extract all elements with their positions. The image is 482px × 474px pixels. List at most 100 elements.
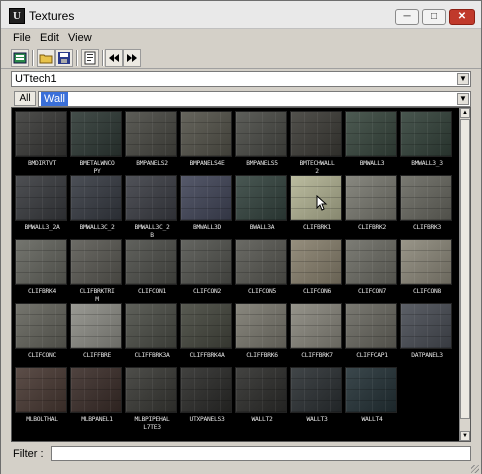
- texture-tile[interactable]: BMDIRTVT: [15, 111, 69, 175]
- texture-tile[interactable]: CLIFFBRK4A: [180, 303, 234, 367]
- texture-tile[interactable]: CLIFCON8: [400, 239, 454, 303]
- texture-tile[interactable]: CLIFCONC: [15, 303, 69, 367]
- properties-button[interactable]: [81, 49, 99, 67]
- texture-tile[interactable]: WALLT4: [345, 367, 399, 431]
- texture-tile[interactable]: MLBPANEL1: [70, 367, 124, 431]
- texture-tile[interactable]: CLIFBRK1: [290, 175, 344, 239]
- package-combo[interactable]: UTtech1 ▼: [11, 71, 471, 87]
- menu-view[interactable]: View: [68, 32, 92, 44]
- texture-thumbnail: [125, 239, 177, 285]
- texture-tile[interactable]: BMPANELS4E: [180, 111, 234, 175]
- texture-thumbnail: [15, 303, 67, 349]
- close-button[interactable]: ✕: [449, 9, 475, 25]
- texture-tile[interactable]: BMETALWNCO PY: [70, 111, 124, 175]
- minimize-button[interactable]: ─: [395, 9, 419, 25]
- texture-tile[interactable]: CLIFFBRE: [70, 303, 124, 367]
- texture-thumbnail: [180, 239, 232, 285]
- texture-name: CLIFCON6: [303, 288, 331, 295]
- new-button[interactable]: [11, 49, 29, 67]
- texture-tile[interactable]: CLIFBRK4: [15, 239, 69, 303]
- filter-row: Filter :: [1, 445, 481, 463]
- maximize-button[interactable]: □: [422, 9, 446, 25]
- next-button[interactable]: [123, 49, 141, 67]
- toolbar-separator: [32, 50, 34, 66]
- open-button[interactable]: [37, 49, 55, 67]
- texture-name: CLIFFBRK6: [246, 352, 278, 359]
- texture-name: CLIFFBRE: [83, 352, 111, 359]
- filter-label: Filter :: [13, 448, 44, 460]
- texture-tile[interactable]: CLIFBRKTRI M: [70, 239, 124, 303]
- texture-thumbnail: [235, 367, 287, 413]
- texture-name: BMETALWNCO PY: [79, 160, 115, 175]
- resize-grip-icon[interactable]: [471, 465, 479, 473]
- texture-tile[interactable]: CLIFBRK2: [345, 175, 399, 239]
- toolbar-separator: [102, 50, 104, 66]
- texture-tile[interactable]: WALLT2: [235, 367, 289, 431]
- texture-tile[interactable]: MLBOLTHAL: [15, 367, 69, 431]
- menu-edit[interactable]: Edit: [40, 32, 59, 44]
- texture-tile[interactable]: BMPANELS5: [235, 111, 289, 175]
- texture-thumbnail: [180, 303, 232, 349]
- texture-name: BMWALL3_3: [411, 160, 443, 167]
- texture-tile[interactable]: BMWALL3C_2: [70, 175, 124, 239]
- scroll-thumb[interactable]: [460, 119, 470, 419]
- save-button[interactable]: [55, 49, 73, 67]
- texture-tile[interactable]: CLIFFBRK7: [290, 303, 344, 367]
- texture-tile[interactable]: CLIFCON6: [290, 239, 344, 303]
- texture-name: MLBPIPEHAL L7TE3: [134, 416, 170, 431]
- texture-name: BMPANELS2: [136, 160, 168, 167]
- texture-thumbnail: [15, 239, 67, 285]
- texture-tile[interactable]: CLIFCON7: [345, 239, 399, 303]
- group-combo[interactable]: Wall ▼: [38, 91, 471, 107]
- prev-button[interactable]: [105, 49, 123, 67]
- texture-thumbnail: [235, 111, 287, 157]
- texture-thumbnail: [180, 367, 232, 413]
- new-icon: [13, 52, 27, 64]
- texture-name: MLBPANEL1: [81, 416, 113, 423]
- texture-tile[interactable]: CLIFFCAP1: [345, 303, 399, 367]
- chevron-down-icon[interactable]: ▼: [457, 73, 469, 85]
- texture-tile[interactable]: CLIFCON1: [125, 239, 179, 303]
- texture-tile[interactable]: BMWALL3_3: [400, 111, 454, 175]
- texture-tile[interactable]: BMWALL3C_2 B: [125, 175, 179, 239]
- texture-name: CLIFFBRK4A: [189, 352, 225, 359]
- scroll-down-icon[interactable]: ▼: [460, 431, 470, 441]
- texture-tile[interactable]: MLBPIPEHAL L7TE3: [125, 367, 179, 431]
- texture-thumbnail: [235, 303, 287, 349]
- package-combo-value: UTtech1: [15, 73, 57, 85]
- app-icon: U: [9, 8, 25, 24]
- filter-input[interactable]: [51, 446, 471, 461]
- texture-tile[interactable]: CLIFBRK3: [400, 175, 454, 239]
- texture-name: CLIFCON8: [413, 288, 441, 295]
- texture-thumbnail: [125, 175, 177, 221]
- texture-tile[interactable]: BMWALL3D: [180, 175, 234, 239]
- texture-tile[interactable]: BMWALL3: [345, 111, 399, 175]
- texture-tile[interactable]: WALLT3: [290, 367, 344, 431]
- texture-tile[interactable]: CLIFCON5: [235, 239, 289, 303]
- texture-tile[interactable]: CLIFFBRK3A: [125, 303, 179, 367]
- texture-name: BMWALL3_2A: [24, 224, 60, 231]
- texture-tile[interactable]: CLIFFBRK6: [235, 303, 289, 367]
- texture-thumbnail: [70, 239, 122, 285]
- texture-thumbnail: [235, 175, 287, 221]
- texture-tile[interactable]: DATPANEL3: [400, 303, 454, 367]
- texture-name: CLIFBRK3: [413, 224, 441, 231]
- menu-file[interactable]: File: [13, 32, 31, 44]
- title-bar[interactable]: U Textures ─ □ ✕: [1, 1, 481, 29]
- texture-name: BMWALL3: [359, 160, 385, 167]
- texture-tile[interactable]: BMPANELS2: [125, 111, 179, 175]
- texture-thumbnail: [15, 367, 67, 413]
- chevron-down-icon[interactable]: ▼: [457, 93, 469, 105]
- all-button[interactable]: All: [14, 91, 36, 106]
- texture-name: BMPANELS5: [246, 160, 278, 167]
- texture-browser[interactable]: BMDIRTVT BMETALWNCO PY BMPANELS2 BMPANELS4E B…: [11, 107, 471, 442]
- texture-tile[interactable]: CLIFCON2: [180, 239, 234, 303]
- scroll-up-icon[interactable]: ▲: [460, 108, 470, 118]
- texture-tile[interactable]: BMTECHWALL 2: [290, 111, 344, 175]
- texture-name: CLIFFCAP1: [356, 352, 388, 359]
- texture-tile[interactable]: BMWALL3_2A: [15, 175, 69, 239]
- texture-tile[interactable]: BWALL3A: [235, 175, 289, 239]
- vertical-scrollbar[interactable]: ▲ ▼: [459, 108, 470, 441]
- texture-tile[interactable]: UTXPANELS3: [180, 367, 234, 431]
- texture-thumbnail: [345, 111, 397, 157]
